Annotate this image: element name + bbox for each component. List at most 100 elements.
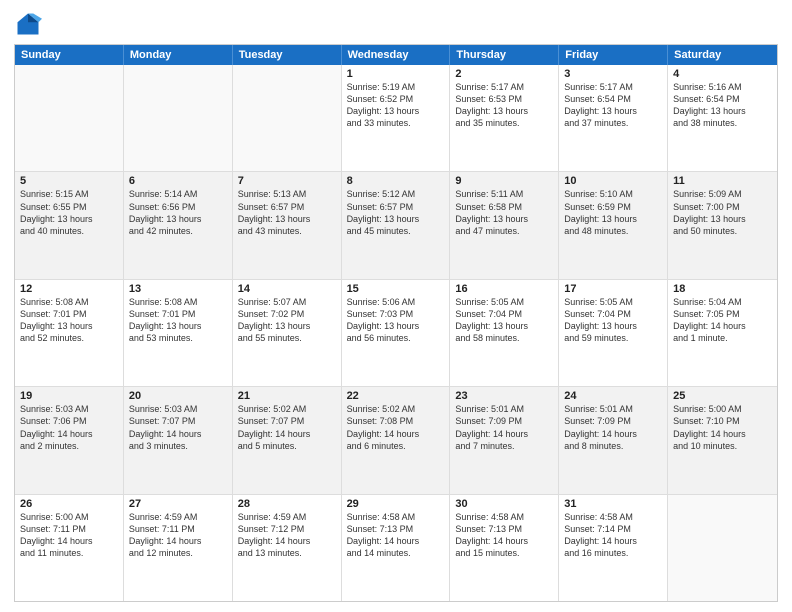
day-number: 15 <box>347 283 445 295</box>
calendar-cell: 9Sunrise: 5:11 AM Sunset: 6:58 PM Daylig… <box>450 172 559 278</box>
day-info: Sunrise: 5:04 AM Sunset: 7:05 PM Dayligh… <box>673 296 772 345</box>
day-number: 25 <box>673 390 772 402</box>
day-info: Sunrise: 5:10 AM Sunset: 6:59 PM Dayligh… <box>564 188 662 237</box>
day-number: 11 <box>673 175 772 187</box>
page: SundayMondayTuesdayWednesdayThursdayFrid… <box>0 0 792 612</box>
day-number: 10 <box>564 175 662 187</box>
logo-icon <box>14 10 42 38</box>
day-info: Sunrise: 5:17 AM Sunset: 6:54 PM Dayligh… <box>564 81 662 130</box>
day-info: Sunrise: 4:58 AM Sunset: 7:13 PM Dayligh… <box>347 511 445 560</box>
day-info: Sunrise: 4:59 AM Sunset: 7:11 PM Dayligh… <box>129 511 227 560</box>
day-number: 27 <box>129 498 227 510</box>
day-number: 14 <box>238 283 336 295</box>
weekday-header: Tuesday <box>233 45 342 65</box>
calendar-cell: 10Sunrise: 5:10 AM Sunset: 6:59 PM Dayli… <box>559 172 668 278</box>
day-number: 23 <box>455 390 553 402</box>
day-info: Sunrise: 5:12 AM Sunset: 6:57 PM Dayligh… <box>347 188 445 237</box>
calendar-cell: 17Sunrise: 5:05 AM Sunset: 7:04 PM Dayli… <box>559 280 668 386</box>
calendar-cell: 28Sunrise: 4:59 AM Sunset: 7:12 PM Dayli… <box>233 495 342 601</box>
weekday-header: Thursday <box>450 45 559 65</box>
calendar-body: 1Sunrise: 5:19 AM Sunset: 6:52 PM Daylig… <box>15 65 777 601</box>
calendar-cell: 25Sunrise: 5:00 AM Sunset: 7:10 PM Dayli… <box>668 387 777 493</box>
weekday-header: Wednesday <box>342 45 451 65</box>
day-info: Sunrise: 5:07 AM Sunset: 7:02 PM Dayligh… <box>238 296 336 345</box>
calendar-cell: 2Sunrise: 5:17 AM Sunset: 6:53 PM Daylig… <box>450 65 559 171</box>
calendar-cell: 16Sunrise: 5:05 AM Sunset: 7:04 PM Dayli… <box>450 280 559 386</box>
day-info: Sunrise: 4:58 AM Sunset: 7:14 PM Dayligh… <box>564 511 662 560</box>
day-number: 26 <box>20 498 118 510</box>
calendar-cell: 7Sunrise: 5:13 AM Sunset: 6:57 PM Daylig… <box>233 172 342 278</box>
day-number: 19 <box>20 390 118 402</box>
day-info: Sunrise: 4:59 AM Sunset: 7:12 PM Dayligh… <box>238 511 336 560</box>
day-info: Sunrise: 5:09 AM Sunset: 7:00 PM Dayligh… <box>673 188 772 237</box>
day-number: 9 <box>455 175 553 187</box>
calendar-cell: 6Sunrise: 5:14 AM Sunset: 6:56 PM Daylig… <box>124 172 233 278</box>
day-number: 7 <box>238 175 336 187</box>
day-number: 5 <box>20 175 118 187</box>
calendar-cell <box>668 495 777 601</box>
day-info: Sunrise: 5:06 AM Sunset: 7:03 PM Dayligh… <box>347 296 445 345</box>
calendar-cell: 18Sunrise: 5:04 AM Sunset: 7:05 PM Dayli… <box>668 280 777 386</box>
day-info: Sunrise: 5:01 AM Sunset: 7:09 PM Dayligh… <box>455 403 553 452</box>
day-info: Sunrise: 5:02 AM Sunset: 7:08 PM Dayligh… <box>347 403 445 452</box>
calendar-cell: 19Sunrise: 5:03 AM Sunset: 7:06 PM Dayli… <box>15 387 124 493</box>
day-number: 1 <box>347 68 445 80</box>
day-number: 31 <box>564 498 662 510</box>
day-info: Sunrise: 5:14 AM Sunset: 6:56 PM Dayligh… <box>129 188 227 237</box>
calendar-cell: 24Sunrise: 5:01 AM Sunset: 7:09 PM Dayli… <box>559 387 668 493</box>
day-info: Sunrise: 5:11 AM Sunset: 6:58 PM Dayligh… <box>455 188 553 237</box>
calendar-cell: 23Sunrise: 5:01 AM Sunset: 7:09 PM Dayli… <box>450 387 559 493</box>
calendar-cell: 31Sunrise: 4:58 AM Sunset: 7:14 PM Dayli… <box>559 495 668 601</box>
logo <box>14 10 48 38</box>
day-number: 8 <box>347 175 445 187</box>
day-info: Sunrise: 5:17 AM Sunset: 6:53 PM Dayligh… <box>455 81 553 130</box>
calendar-cell: 8Sunrise: 5:12 AM Sunset: 6:57 PM Daylig… <box>342 172 451 278</box>
calendar-row: 26Sunrise: 5:00 AM Sunset: 7:11 PM Dayli… <box>15 494 777 601</box>
calendar-cell: 4Sunrise: 5:16 AM Sunset: 6:54 PM Daylig… <box>668 65 777 171</box>
calendar-row: 12 Sunrise: 5:08 AM Sunset: 7:01 PM Dayli… <box>15 279 777 386</box>
calendar-cell <box>233 65 342 171</box>
calendar-cell <box>15 65 124 171</box>
day-number: 12 <box>20 283 118 295</box>
calendar-row: 19Sunrise: 5:03 AM Sunset: 7:06 PM Dayli… <box>15 386 777 493</box>
weekday-header: Monday <box>124 45 233 65</box>
day-number: 22 <box>347 390 445 402</box>
calendar-header: SundayMondayTuesdayWednesdayThursdayFrid… <box>15 45 777 65</box>
calendar-cell: 13Sunrise: 5:08 AM Sunset: 7:01 PM Dayli… <box>124 280 233 386</box>
calendar-cell: 12Sunrise: 5:08 AM Sunset: 7:01 PM Dayli… <box>15 280 124 386</box>
calendar-row: 1Sunrise: 5:19 AM Sunset: 6:52 PM Daylig… <box>15 65 777 171</box>
day-info: Sunrise: 5:02 AM Sunset: 7:07 PM Dayligh… <box>238 403 336 452</box>
day-number: 21 <box>238 390 336 402</box>
calendar-cell: 27Sunrise: 4:59 AM Sunset: 7:11 PM Dayli… <box>124 495 233 601</box>
calendar-row: 5Sunrise: 5:15 AM Sunset: 6:55 PM Daylig… <box>15 171 777 278</box>
day-info: Sunrise: 5:01 AM Sunset: 7:09 PM Dayligh… <box>564 403 662 452</box>
day-info: Sunrise: 5:19 AM Sunset: 6:52 PM Dayligh… <box>347 81 445 130</box>
day-number: 6 <box>129 175 227 187</box>
day-number: 20 <box>129 390 227 402</box>
calendar-cell: 5Sunrise: 5:15 AM Sunset: 6:55 PM Daylig… <box>15 172 124 278</box>
calendar-cell: 26Sunrise: 5:00 AM Sunset: 7:11 PM Dayli… <box>15 495 124 601</box>
day-number: 4 <box>673 68 772 80</box>
calendar-cell: 20Sunrise: 5:03 AM Sunset: 7:07 PM Dayli… <box>124 387 233 493</box>
weekday-header: Sunday <box>15 45 124 65</box>
day-info: Sunrise: 5:16 AM Sunset: 6:54 PM Dayligh… <box>673 81 772 130</box>
day-info: Sunrise: 5:03 AM Sunset: 7:07 PM Dayligh… <box>129 403 227 452</box>
day-number: 18 <box>673 283 772 295</box>
calendar-cell: 22Sunrise: 5:02 AM Sunset: 7:08 PM Dayli… <box>342 387 451 493</box>
day-info: Sunrise: 5:15 AM Sunset: 6:55 PM Dayligh… <box>20 188 118 237</box>
header <box>14 10 778 38</box>
calendar-cell: 29Sunrise: 4:58 AM Sunset: 7:13 PM Dayli… <box>342 495 451 601</box>
calendar-cell: 15Sunrise: 5:06 AM Sunset: 7:03 PM Dayli… <box>342 280 451 386</box>
calendar-cell: 3Sunrise: 5:17 AM Sunset: 6:54 PM Daylig… <box>559 65 668 171</box>
day-number: 17 <box>564 283 662 295</box>
weekday-header: Saturday <box>668 45 777 65</box>
day-number: 3 <box>564 68 662 80</box>
day-info: Sunrise: 5:13 AM Sunset: 6:57 PM Dayligh… <box>238 188 336 237</box>
day-info: Sunrise: 5:00 AM Sunset: 7:11 PM Dayligh… <box>20 511 118 560</box>
day-info: Sunrise: 5:03 AM Sunset: 7:06 PM Dayligh… <box>20 403 118 452</box>
day-number: 24 <box>564 390 662 402</box>
calendar-cell: 30Sunrise: 4:58 AM Sunset: 7:13 PM Dayli… <box>450 495 559 601</box>
day-info: Sunrise: 5:08 AM Sunset: 7:01 PM Dayligh… <box>129 296 227 345</box>
calendar: SundayMondayTuesdayWednesdayThursdayFrid… <box>14 44 778 602</box>
day-number: 16 <box>455 283 553 295</box>
